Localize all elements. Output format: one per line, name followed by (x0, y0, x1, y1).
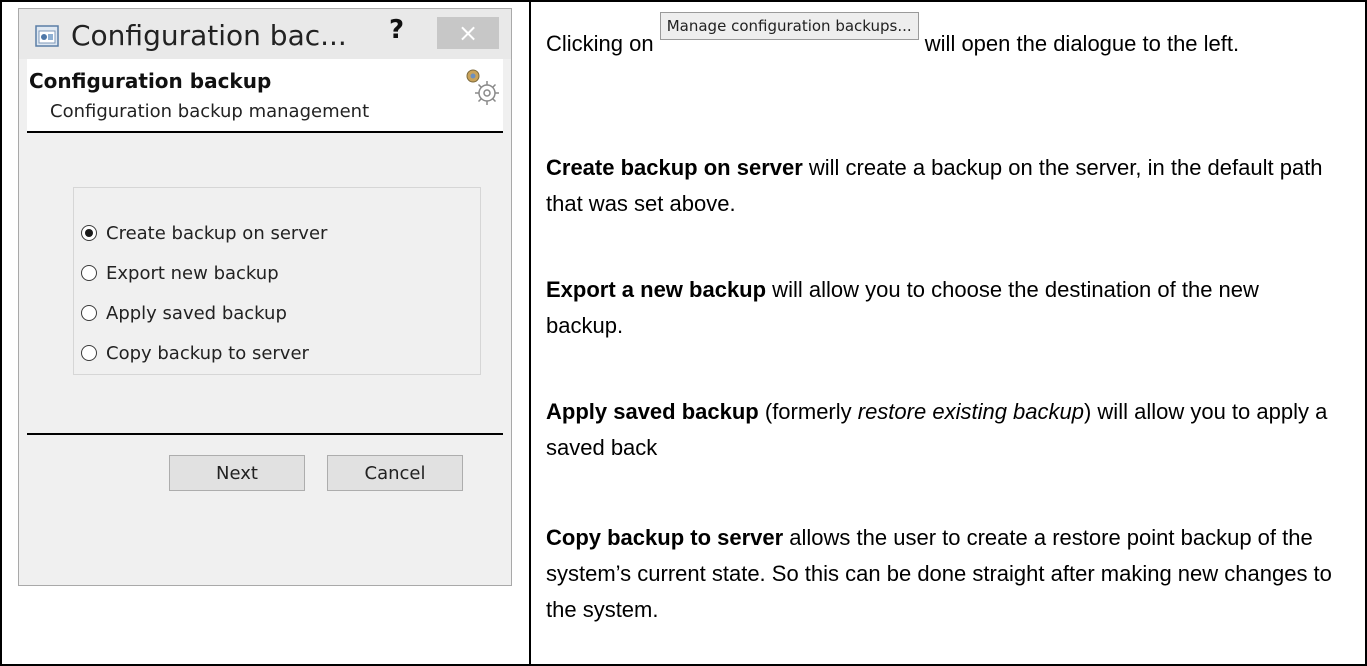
radio-label: Apply saved backup (106, 302, 287, 324)
text: (formerly (758, 399, 858, 424)
term: Export a new backup (546, 277, 767, 302)
header-subtitle: Configuration backup management (50, 101, 370, 122)
manage-configuration-backups-button: Manage configuration backups... (659, 12, 919, 40)
paragraph-create-backup: Create backup on server will create a ba… (546, 150, 1336, 222)
radio-button[interactable] (81, 225, 97, 241)
radio-create-backup-on-server[interactable]: Create backup on server (81, 221, 327, 245)
radio-button[interactable] (81, 345, 97, 361)
help-button[interactable]: ? (389, 15, 404, 45)
configuration-backup-dialog: Configuration bac... ? × Configuration b… (18, 8, 512, 586)
paragraph-intro: Clicking on Manage configuration backups… (546, 12, 1336, 62)
dialog-titlebar: Configuration bac... ? × (19, 9, 511, 59)
term: Apply saved backup (546, 399, 759, 424)
text: Clicking on (546, 31, 660, 56)
radio-apply-saved-backup[interactable]: Apply saved backup (81, 301, 287, 325)
dialog-title: Configuration bac... (71, 19, 347, 52)
table-border-middle (529, 0, 531, 666)
app-icon (35, 25, 59, 47)
dialog-header-panel: Configuration backup Configuration backu… (27, 59, 503, 133)
description-cell: Clicking on Manage configuration backups… (532, 0, 1352, 666)
table-border-left (0, 0, 2, 666)
close-button[interactable]: × (437, 17, 499, 49)
radio-button[interactable] (81, 305, 97, 321)
radio-export-new-backup[interactable]: Export new backup (81, 261, 279, 285)
next-button[interactable]: Next (169, 455, 305, 491)
term: Copy backup to server (546, 525, 784, 550)
radio-button[interactable] (81, 265, 97, 281)
paragraph-copy-backup: Copy backup to server allows the user to… (546, 520, 1336, 628)
radio-label: Create backup on server (106, 222, 328, 244)
gear-icon (466, 69, 499, 105)
radio-label: Copy backup to server (106, 342, 309, 364)
header-title: Configuration backup (29, 69, 272, 93)
paragraph-apply-backup: Apply saved backup (formerly restore exi… (546, 394, 1336, 466)
footer-divider (27, 433, 503, 435)
cancel-button[interactable]: Cancel (327, 455, 463, 491)
radio-label: Export new backup (106, 262, 279, 284)
term-italic: restore existing backup (857, 399, 1084, 424)
paragraph-export-backup: Export a new backup will allow you to ch… (546, 272, 1336, 344)
radio-copy-backup-to-server[interactable]: Copy backup to server (81, 341, 309, 365)
text: will open the dialogue to the left. (918, 31, 1240, 56)
term: Create backup on server (546, 155, 803, 180)
